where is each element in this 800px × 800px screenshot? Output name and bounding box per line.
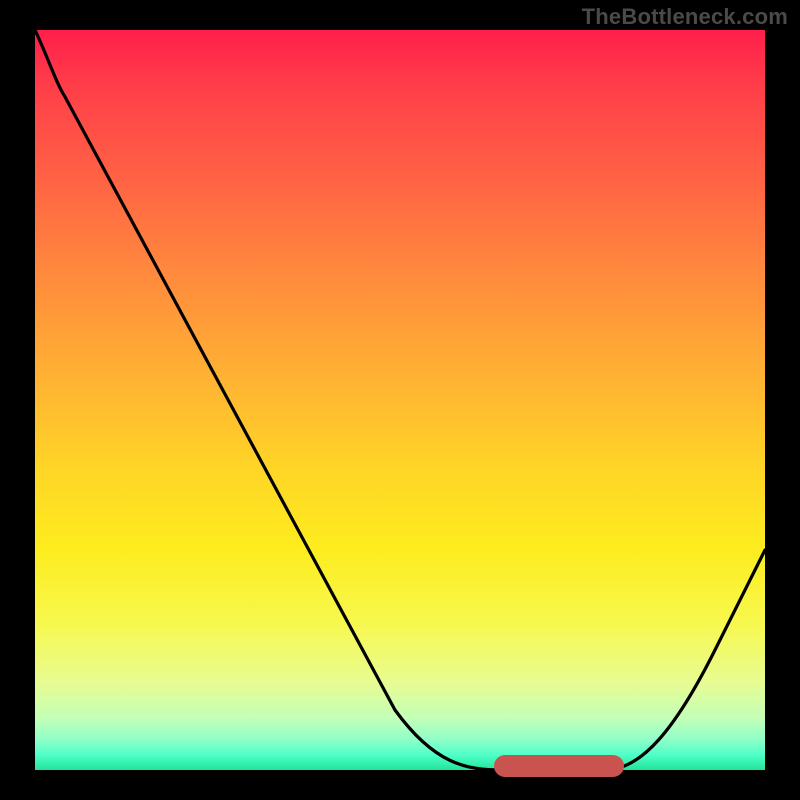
bottleneck-curve (35, 30, 765, 770)
curve-path (35, 30, 765, 770)
optimal-range-marker (494, 755, 624, 777)
plot-area (35, 30, 765, 770)
watermark-text: TheBottleneck.com (582, 4, 788, 30)
